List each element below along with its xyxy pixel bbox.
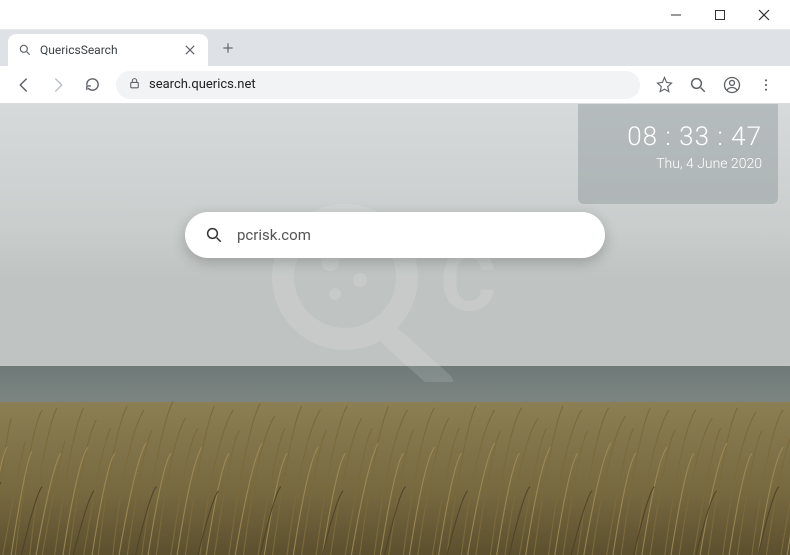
tab-strip: QuericsSearch [0,30,790,66]
close-icon[interactable] [182,42,198,58]
reload-button[interactable] [76,69,108,101]
url-text: search.querics.net [149,77,256,92]
close-button[interactable] [742,1,786,29]
star-icon[interactable] [648,69,680,101]
window-titlebar [0,0,790,30]
forward-button[interactable] [42,69,74,101]
clock-date: Thu, 4 June 2020 [594,156,762,172]
minimize-button[interactable] [654,1,698,29]
search-icon[interactable] [682,69,714,101]
clock-widget: 08 : 33 : 47 Thu, 4 June 2020 [578,104,778,204]
search-bar[interactable] [185,212,605,258]
new-tab-button[interactable] [214,34,242,62]
search-icon [205,226,223,244]
maximize-button[interactable] [698,1,742,29]
tab-title: QuericsSearch [40,43,174,57]
address-bar[interactable]: search.querics.net [116,71,640,99]
browser-toolbar: search.querics.net [0,66,790,104]
search-input[interactable] [237,226,585,244]
clock-time: 08 : 33 : 47 [594,122,762,152]
menu-icon[interactable] [750,69,782,101]
profile-icon[interactable] [716,69,748,101]
lock-icon [128,75,141,94]
browser-tab[interactable]: QuericsSearch [8,34,208,66]
search-icon [18,43,32,57]
back-button[interactable] [8,69,40,101]
page-viewport: C 08 : 33 : 47 Thu, 4 June 2020 [0,104,790,555]
